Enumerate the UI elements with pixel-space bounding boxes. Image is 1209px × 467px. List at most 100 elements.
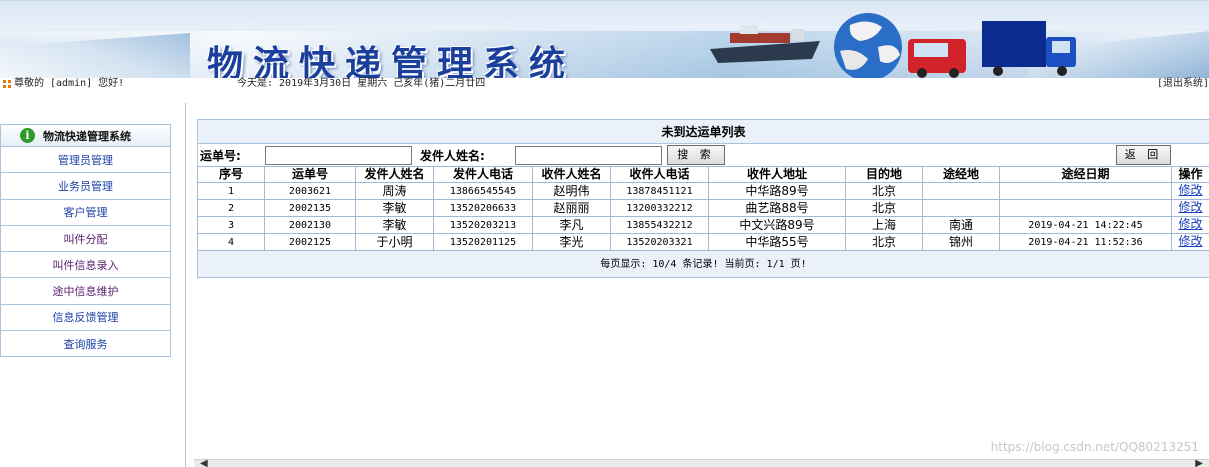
back-button[interactable]: 返 回 (1116, 145, 1171, 165)
horizontal-scrollbar[interactable]: ◀ ▶ (194, 458, 1209, 467)
logistics-illustration (710, 13, 1076, 78)
cell-via-date: 2019-04-21 11:52:36 (999, 233, 1172, 251)
globe-icon (834, 13, 902, 78)
pagination-info: 每页显示: 10/4 条记录! 当前页: 1/1 页! (197, 251, 1209, 278)
cell-sender-phone: 13520206633 (433, 199, 533, 217)
table-row: 1 2003621 周涛 13866545545 赵明伟 13878451121… (197, 182, 1209, 200)
cell-via-date (999, 199, 1172, 217)
cell-sender: 李敏 (355, 199, 434, 217)
sidebar-menu: i 物流快递管理系统 管理员管理 业务员管理 客户管理 叫件分配 叫件信息录入 … (0, 124, 171, 358)
cell-waybill: 2002130 (264, 216, 356, 234)
sidebar-header: i 物流快递管理系统 (0, 124, 171, 147)
cell-via: 锦州 (922, 233, 1000, 251)
watermark: https://blog.csdn.net/QQ80213251 (990, 440, 1199, 454)
table-row: 2 2002135 李敏 13520206633 赵丽丽 13200332212… (197, 199, 1209, 217)
cell-no: 1 (197, 182, 265, 200)
column-header: 途经地 (922, 166, 1000, 183)
waybill-input[interactable] (265, 146, 412, 165)
cell-receiver-phone: 13878451121 (610, 182, 709, 200)
column-header: 收件人电话 (610, 166, 709, 183)
sidebar-item-pickup-entry[interactable]: 叫件信息录入 (0, 252, 171, 279)
cell-action: 修改 (1171, 182, 1209, 200)
cell-receiver: 李光 (532, 233, 611, 251)
cell-receiver: 李凡 (532, 216, 611, 234)
column-header: 序号 (197, 166, 265, 183)
waybill-label: 运单号: (200, 149, 241, 163)
scroll-left-icon[interactable]: ◀ (200, 458, 208, 467)
cell-address: 中文兴路89号 (708, 216, 846, 234)
cell-via-date (999, 182, 1172, 200)
cell-receiver-phone: 13855432212 (610, 216, 709, 234)
sidebar-title: 物流快递管理系统 (43, 129, 131, 143)
cell-waybill: 2002125 (264, 233, 356, 251)
cell-sender: 周涛 (355, 182, 434, 200)
user-greeting: 尊敬的 [admin] 您好! (14, 78, 125, 89)
info-bar: 尊敬的 [admin] 您好! 今天是: 2019年3月30日 星期六 己亥年(… (0, 78, 1209, 90)
sidebar-item-admin-management[interactable]: 管理员管理 (0, 147, 171, 174)
cell-receiver: 赵明伟 (532, 182, 611, 200)
sender-name-input[interactable] (515, 146, 662, 165)
column-header: 发件人姓名 (355, 166, 434, 183)
cell-sender-phone: 13866545545 (433, 182, 533, 200)
edit-link[interactable]: 修改 (1178, 218, 1202, 232)
cell-via-date: 2019-04-21 14:22:45 (999, 216, 1172, 234)
cell-sender: 于小明 (355, 233, 434, 251)
cell-destination: 北京 (845, 233, 923, 251)
column-header: 运单号 (264, 166, 356, 183)
red-truck-icon (908, 39, 966, 78)
grid-icon (3, 80, 11, 88)
sidebar-item-transit-maintenance[interactable]: 途中信息维护 (0, 278, 171, 305)
column-header: 途经日期 (999, 166, 1172, 183)
cell-destination: 上海 (845, 216, 923, 234)
column-header: 目的地 (845, 166, 923, 183)
cell-no: 4 (197, 233, 265, 251)
cell-action: 修改 (1171, 216, 1209, 234)
logout-link[interactable]: [退出系统] (1157, 78, 1209, 90)
cell-action: 修改 (1171, 199, 1209, 217)
cell-address: 曲艺路88号 (708, 199, 846, 217)
cell-action: 修改 (1171, 233, 1209, 251)
cell-receiver-phone: 13520203321 (610, 233, 709, 251)
sidebar-item-clerk-management[interactable]: 业务员管理 (0, 173, 171, 200)
column-header: 收件人地址 (708, 166, 846, 183)
cell-address: 中华路55号 (708, 233, 846, 251)
cell-via (922, 199, 1000, 217)
frame-divider[interactable] (185, 103, 186, 467)
info-icon: i (20, 128, 35, 143)
blue-truck-icon (982, 21, 1076, 76)
cell-waybill: 2002135 (264, 199, 356, 217)
cargo-ship-icon (710, 25, 820, 63)
column-header: 收件人姓名 (532, 166, 611, 183)
scroll-right-icon[interactable]: ▶ (1195, 458, 1203, 467)
sender-name-label: 发件人姓名: (420, 149, 485, 163)
cell-waybill: 2003621 (264, 182, 356, 200)
cell-receiver-phone: 13200332212 (610, 199, 709, 217)
cell-address: 中华路89号 (708, 182, 846, 200)
search-button[interactable]: 搜 索 (667, 145, 725, 165)
cell-destination: 北京 (845, 182, 923, 200)
cell-no: 2 (197, 199, 265, 217)
search-bar: 运单号: 发件人姓名: 搜 索 返 回 (197, 144, 1209, 166)
table-row: 4 2002125 于小明 13520201125 李光 13520203321… (197, 233, 1209, 251)
sidebar-item-customer-management[interactable]: 客户管理 (0, 199, 171, 226)
header-banner: 物流快递管理系统 (0, 0, 1209, 78)
cell-sender-phone: 13520201125 (433, 233, 533, 251)
current-date: 今天是: 2019年3月30日 星期六 己亥年(猪)二月廿四 (237, 78, 486, 89)
edit-link[interactable]: 修改 (1178, 235, 1202, 249)
sidebar-item-pickup-assignment[interactable]: 叫件分配 (0, 225, 171, 253)
column-header: 发件人电话 (433, 166, 533, 183)
cell-via (922, 182, 1000, 200)
sidebar-item-feedback-management[interactable]: 信息反馈管理 (0, 304, 171, 332)
app-title: 物流快递管理系统 (207, 43, 576, 78)
table-header-row: 序号 运单号 发件人姓名 发件人电话 收件人姓名 收件人电话 收件人地址 目的地… (197, 166, 1209, 183)
main-panel: 未到达运单列表 运单号: 发件人姓名: 搜 索 返 回 序号 运单号 发件人姓名… (197, 119, 1209, 278)
edit-link[interactable]: 修改 (1178, 201, 1202, 215)
cell-sender-phone: 13520203213 (433, 216, 533, 234)
sidebar-item-query-service[interactable]: 查询服务 (0, 331, 171, 358)
cell-receiver: 赵丽丽 (532, 199, 611, 217)
cell-sender: 李敏 (355, 216, 434, 234)
table-caption: 未到达运单列表 (197, 119, 1209, 144)
table-row: 3 2002130 李敏 13520203213 李凡 13855432212 … (197, 216, 1209, 234)
cell-destination: 北京 (845, 199, 923, 217)
edit-link[interactable]: 修改 (1178, 184, 1202, 198)
